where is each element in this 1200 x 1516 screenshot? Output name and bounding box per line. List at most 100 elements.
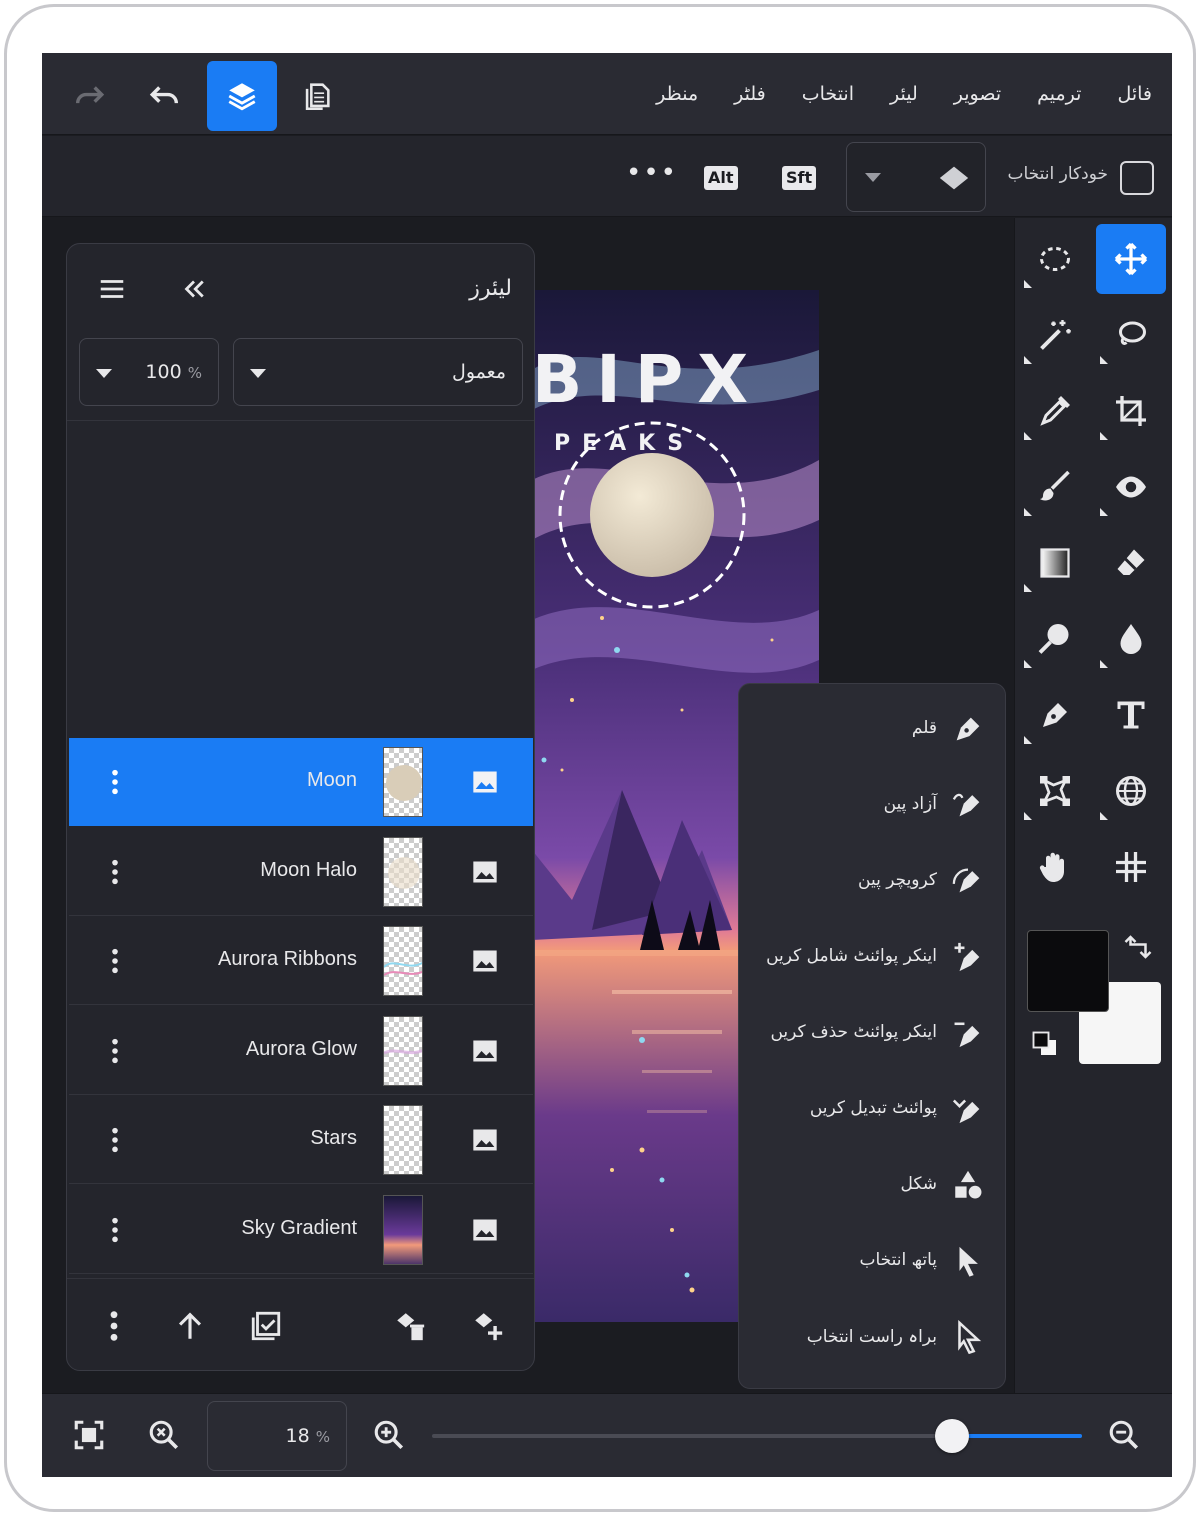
- flyout-label: پوائنٹ تبدیل کریں: [809, 1098, 937, 1118]
- alt-modifier-button[interactable]: Alt: [704, 166, 738, 190]
- add-layer-icon[interactable]: [471, 1309, 505, 1343]
- flyout-item-curvature-pen[interactable]: کرویچر پین: [739, 844, 1007, 920]
- grid-tool[interactable]: [1096, 832, 1166, 902]
- zoom-slider-fill: [952, 1434, 1082, 1438]
- menu-edit[interactable]: ترمیم: [1037, 83, 1081, 105]
- layer-row[interactable]: Moon Halo: [69, 828, 533, 916]
- opacity-dropdown[interactable]: % 100: [79, 338, 219, 406]
- auto-select-checkbox[interactable]: [1120, 161, 1154, 195]
- panel-divider: [67, 420, 534, 421]
- more-vertical-icon[interactable]: [107, 858, 123, 886]
- layer-row[interactable]: Sky Gradient: [69, 1186, 533, 1274]
- move-tool[interactable]: [1096, 224, 1166, 294]
- swap-colors-icon[interactable]: [1123, 932, 1153, 962]
- flyout-item-freeform-pen[interactable]: آزاد پین: [739, 768, 1007, 844]
- flyout-item-direct-selection[interactable]: براہ راست انتخاب: [739, 1300, 1007, 1376]
- hand-tool[interactable]: [1020, 832, 1090, 902]
- zoom-in-icon[interactable]: [372, 1418, 406, 1452]
- auto-select-target-dropdown[interactable]: [846, 142, 986, 212]
- brush-tool[interactable]: [1020, 452, 1090, 522]
- more-vertical-icon[interactable]: [107, 768, 123, 796]
- more-vertical-icon[interactable]: [107, 1037, 123, 1065]
- shapes-icon: [955, 1170, 982, 1199]
- flyout-item-shape[interactable]: شکل: [739, 1148, 1007, 1224]
- documents-button[interactable]: [282, 61, 352, 131]
- marquee-tool[interactable]: [1020, 224, 1090, 294]
- layer-name: Sky Gradient: [241, 1217, 357, 1239]
- menu-filter[interactable]: فلٹر: [734, 83, 766, 105]
- more-vertical-icon[interactable]: [106, 1309, 122, 1343]
- layer-row[interactable]: Moon: [69, 738, 533, 826]
- more-vertical-icon[interactable]: [107, 1126, 123, 1154]
- layer-thumbnail: [383, 1016, 423, 1086]
- fit-to-screen-icon[interactable]: [72, 1418, 106, 1452]
- direct-selection-icon: [958, 1320, 982, 1354]
- merge-layers-icon[interactable]: [249, 1309, 283, 1343]
- magic-wand-tool[interactable]: [1020, 300, 1090, 370]
- menu-layer[interactable]: لیئر: [890, 83, 918, 105]
- dodge-tool[interactable]: [1020, 604, 1090, 674]
- flyout-label: قلم: [911, 718, 937, 738]
- pen-tool[interactable]: [1020, 680, 1090, 750]
- flyout-item-add-anchor[interactable]: اینکر پوائنٹ شامل کریں: [739, 920, 1007, 996]
- lasso-tool[interactable]: [1096, 300, 1166, 370]
- foreground-color-swatch[interactable]: [1027, 930, 1109, 1012]
- zoom-level-field[interactable]: % 18: [207, 1401, 347, 1471]
- zoom-reset-icon[interactable]: [147, 1418, 181, 1452]
- menu-view[interactable]: منظر: [656, 83, 698, 105]
- more-options-button[interactable]: •••: [626, 158, 678, 188]
- artwork-subtitle: PEAKS: [554, 431, 695, 456]
- eyedropper-tool[interactable]: [1020, 376, 1090, 446]
- menu-image[interactable]: تصویر: [954, 83, 1001, 105]
- layer-row[interactable]: Stars: [69, 1096, 533, 1184]
- zoom-slider-thumb[interactable]: [935, 1419, 969, 1453]
- 3d-tool[interactable]: [1096, 756, 1166, 826]
- more-vertical-icon[interactable]: [107, 1216, 123, 1244]
- layer-name: Moon: [306, 769, 357, 791]
- hamburger-menu-icon[interactable]: [97, 274, 127, 304]
- chevron-down-icon: [250, 369, 266, 378]
- bottom-bar: % 18: [42, 1393, 1172, 1477]
- layers-toggle-button[interactable]: [207, 61, 277, 131]
- zoom-level-unit: %: [315, 1428, 330, 1446]
- more-vertical-icon[interactable]: [107, 947, 123, 975]
- undo-icon: [149, 86, 179, 104]
- shift-modifier-button[interactable]: Sft: [782, 166, 817, 190]
- view-tool[interactable]: [1096, 452, 1166, 522]
- redo-button[interactable]: [54, 61, 124, 131]
- lasso-icon: [1119, 321, 1146, 345]
- path-selection-icon: [959, 1246, 978, 1277]
- chevron-down-icon: [865, 173, 881, 182]
- flyout-item-path-selection[interactable]: پاتھ انتخاب: [739, 1224, 1007, 1300]
- flyout-label: براہ راست انتخاب: [806, 1327, 937, 1347]
- opacity-value: % 100: [145, 361, 202, 383]
- top-bar: فائل ترمیم تصویر لیئر انتخاب فلٹر منظر: [42, 53, 1172, 135]
- layer-row[interactable]: Aurora Ribbons: [69, 917, 533, 1005]
- blend-mode-dropdown[interactable]: معمول: [233, 338, 523, 406]
- menu-select[interactable]: انتخاب: [802, 83, 854, 105]
- flyout-item-convert-point[interactable]: پوائنٹ تبدیل کریں: [739, 1072, 1007, 1148]
- pen-tools-flyout: قلم آزاد پین کرویچر پین اینکر پوائنٹ شام…: [738, 683, 1006, 1389]
- transform-icon: [1040, 776, 1070, 806]
- blend-mode-value: معمول: [452, 361, 506, 383]
- eyedropper-icon: [1040, 396, 1070, 426]
- crop-tool[interactable]: [1096, 376, 1166, 446]
- flyout-label: اینکر پوائنٹ شامل کریں: [766, 946, 937, 966]
- flyout-item-delete-anchor[interactable]: اینکر پوائنٹ حذف کریں: [739, 996, 1007, 1072]
- gradient-tool[interactable]: [1020, 528, 1090, 598]
- blur-tool[interactable]: [1096, 604, 1166, 674]
- undo-button[interactable]: [130, 61, 200, 131]
- default-colors-icon[interactable]: [1031, 1030, 1061, 1060]
- text-tool[interactable]: [1096, 680, 1166, 750]
- layer-thumbnail: [383, 747, 423, 817]
- eraser-tool[interactable]: [1096, 528, 1166, 598]
- arrow-up-icon[interactable]: [173, 1309, 207, 1343]
- menu-file[interactable]: فائل: [1117, 83, 1152, 105]
- flyout-item-pen[interactable]: قلم: [739, 692, 1007, 768]
- collapse-panel-icon[interactable]: [179, 274, 209, 304]
- auto-select-label: خودکار انتخاب: [1007, 164, 1109, 184]
- layer-row[interactable]: Aurora Glow: [69, 1007, 533, 1095]
- delete-layer-icon[interactable]: [393, 1309, 427, 1343]
- zoom-out-icon[interactable]: [1107, 1418, 1141, 1452]
- transform-tool[interactable]: [1020, 756, 1090, 826]
